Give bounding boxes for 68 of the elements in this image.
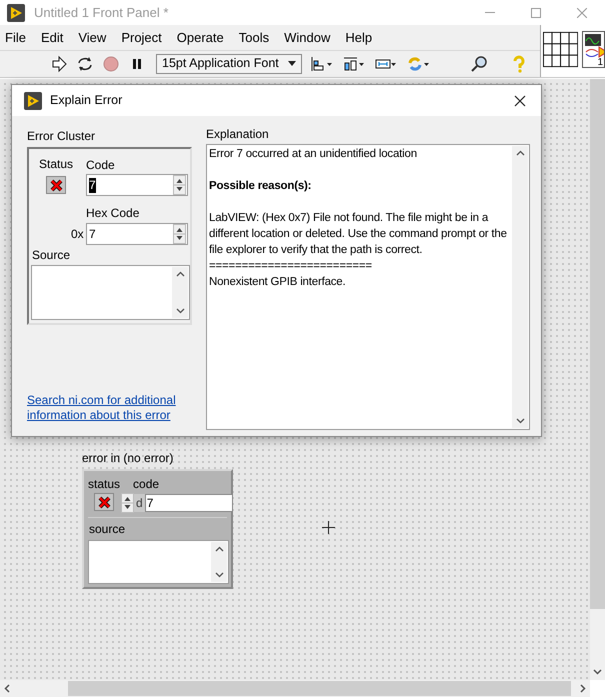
scroll-down-icon[interactable] [214, 572, 224, 578]
maximize-icon [531, 8, 541, 18]
search-icon[interactable] [470, 54, 488, 72]
scroll-up-icon[interactable] [516, 150, 524, 156]
scroll-down-icon[interactable] [516, 418, 524, 424]
source-label: source [89, 521, 126, 538]
group-label: Error Cluster [27, 128, 96, 145]
code-field[interactable]: 7 [144, 494, 233, 512]
spinner-control[interactable] [173, 224, 186, 244]
font-dropdown[interactable]: 15pt Application Font [156, 54, 302, 74]
explanation-text: Nonexistent GPIB interface. [209, 275, 347, 290]
close-icon [514, 94, 526, 106]
horizontal-scrollbar[interactable] [0, 680, 590, 697]
status-indicator[interactable] [46, 176, 66, 194]
explanation-text: LabVIEW: (Hex 0x7) File not found. The file might be in a different location or deleted. Use the command prompt or the file explorer to verify that the path is correct. [209, 211, 508, 258]
crosshair-cursor-icon [322, 521, 335, 534]
menu-item[interactable]: Window [283, 28, 332, 48]
explanation-text: Possible reason(s): [209, 179, 312, 194]
menu-item[interactable]: View [77, 28, 108, 48]
run-continuously-icon[interactable] [76, 54, 94, 72]
scroll-down-icon[interactable] [176, 308, 184, 314]
status-label: status [88, 476, 120, 493]
explanation-text: Error 7 occurred at an unidentified location [209, 147, 418, 162]
help-link[interactable]: Search ni.com for additional information about this error [27, 393, 187, 423]
align-objects-icon[interactable] [310, 54, 334, 72]
hex-code-field[interactable]: 7 [86, 223, 188, 245]
stop-icon[interactable] [102, 54, 120, 72]
app-icon [24, 92, 42, 110]
menu-item[interactable]: Help [344, 28, 374, 48]
run-arrow-icon[interactable] [50, 54, 68, 72]
scroll-right-icon[interactable] [578, 684, 587, 693]
increment-spinner[interactable] [121, 493, 134, 513]
distribute-objects-icon[interactable] [342, 54, 366, 72]
minimize-icon [485, 12, 495, 13]
scroll-left-icon[interactable] [3, 684, 12, 693]
menu-item[interactable]: Operate [176, 28, 225, 48]
menu-item[interactable]: File [4, 28, 27, 48]
menu-item[interactable]: Tools [238, 28, 270, 48]
code-field[interactable]: 7 [86, 174, 188, 196]
close-icon [577, 8, 587, 18]
hex-prefix: 0x [71, 226, 85, 243]
code-label: code [133, 476, 160, 493]
radix-label[interactable]: d [134, 494, 145, 512]
reorder-icon[interactable] [406, 54, 430, 72]
source-field[interactable] [88, 540, 229, 584]
source-label: Source [32, 247, 72, 264]
explanation-box[interactable] [206, 144, 530, 430]
hex-code-label: Hex Code [86, 205, 140, 222]
scroll-down-icon[interactable] [593, 667, 602, 676]
explanation-text: ========================= [209, 259, 373, 274]
source-field[interactable] [31, 265, 190, 320]
menu-item[interactable]: Project [120, 28, 163, 48]
code-label: Code [86, 157, 116, 174]
spinner-control[interactable] [173, 175, 186, 195]
scroll-up-icon[interactable] [214, 546, 224, 552]
app-icon [7, 4, 25, 22]
connector-pane-icon[interactable] [543, 31, 578, 68]
menu-item[interactable]: Edit [40, 28, 64, 48]
caret-icon [288, 61, 296, 66]
explanation-label: Explanation [206, 126, 270, 143]
status-indicator[interactable] [94, 493, 114, 511]
dialog-title: Explain Error [50, 92, 122, 110]
window-title: Untitled 1 Front Panel * [34, 4, 168, 22]
vertical-scrollbar[interactable] [590, 79, 605, 680]
status-label: Status [38, 156, 74, 173]
control-label: error in (no error) [82, 450, 174, 467]
vi-icon[interactable]: 1 [582, 31, 605, 68]
scroll-up-icon[interactable] [176, 271, 184, 277]
